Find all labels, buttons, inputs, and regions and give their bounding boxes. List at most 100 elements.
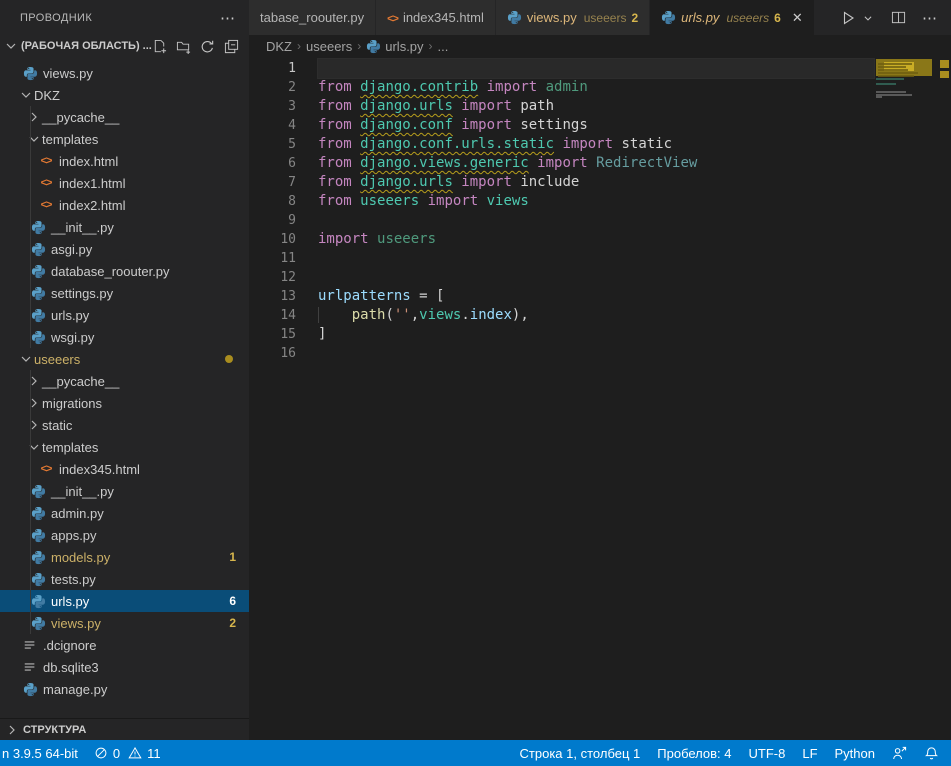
explorer-more-icon[interactable]: ⋯	[220, 9, 235, 27]
python-file-icon	[30, 242, 46, 257]
tree-item-index1.html[interactable]: <>index1.html	[0, 172, 249, 194]
chevron-right-icon	[26, 395, 42, 411]
run-dropdown-icon[interactable]	[861, 11, 875, 25]
python-file-icon	[30, 308, 46, 323]
line-content: from useeers import views	[296, 192, 529, 211]
new-file-icon[interactable]	[152, 39, 167, 54]
tree-item-label: apps.py	[51, 528, 97, 543]
tree-item-.dcignore[interactable]: .dcignore	[0, 634, 249, 656]
explorer-title: ПРОВОДНИК	[20, 12, 220, 24]
tree-item-admin.py[interactable]: admin.py	[0, 502, 249, 524]
chevron-down-icon	[18, 87, 34, 103]
tree-item-views.py[interactable]: views.py2	[0, 612, 249, 634]
tree-item-DKZ[interactable]: DKZ	[0, 84, 249, 106]
tree-item-wsgi.py[interactable]: wsgi.py	[0, 326, 249, 348]
tree-item-__pycache__[interactable]: __pycache__	[0, 370, 249, 392]
tab-urls.py[interactable]: urls.pyuseeers6✕	[650, 0, 815, 35]
close-icon[interactable]: ✕	[792, 10, 803, 26]
tree-item-index2.html[interactable]: <>index2.html	[0, 194, 249, 216]
tree-item-db.sqlite3[interactable]: db.sqlite3	[0, 656, 249, 678]
tree-item-__init__.py[interactable]: __init__.py	[0, 480, 249, 502]
breadcrumb-label: urls.py	[385, 39, 423, 54]
indent-guide	[30, 612, 31, 634]
tree-item-urls.py[interactable]: urls.py	[0, 304, 249, 326]
python-file-icon	[661, 10, 676, 25]
problems-status[interactable]: 0 11	[94, 746, 161, 761]
tree-item-label: database_roouter.py	[51, 264, 170, 279]
indent-guide	[30, 414, 31, 436]
tab-label: urls.py	[681, 10, 719, 25]
new-folder-icon[interactable]	[176, 39, 191, 54]
workspace-section-label: (РАБОЧАЯ ОБЛАСТЬ) ...	[21, 40, 152, 52]
breadcrumb-item-urls.py[interactable]: urls.py	[366, 39, 423, 54]
collapse-all-icon[interactable]	[224, 39, 239, 54]
line-content: from django.conf.urls.static import stat…	[296, 135, 672, 154]
encoding-status[interactable]: UTF-8	[749, 746, 786, 761]
tree-item-asgi.py[interactable]: asgi.py	[0, 238, 249, 260]
python-file-icon	[30, 330, 46, 345]
tree-item-label: db.sqlite3	[43, 660, 99, 675]
breadcrumb-item-DKZ[interactable]: DKZ	[266, 39, 292, 54]
tree-item-apps.py[interactable]: apps.py	[0, 524, 249, 546]
minimap[interactable]	[876, 57, 938, 740]
chevron-down-icon	[26, 131, 42, 147]
run-button[interactable]	[838, 8, 858, 28]
python-version-status[interactable]: n 3.9.5 64-bit	[2, 746, 78, 761]
language-status[interactable]: Python	[835, 746, 875, 761]
code-line-6: 6from django.views.generic import Redire…	[249, 154, 951, 173]
tree-item-index345.html[interactable]: <>index345.html	[0, 458, 249, 480]
outline-section-header[interactable]: СТРУКТУРА	[0, 718, 249, 740]
code-line-1: 1	[249, 59, 951, 78]
editor-scrollbar[interactable]	[938, 57, 951, 740]
tree-item-migrations[interactable]: migrations	[0, 392, 249, 414]
tree-item-templates[interactable]: templates	[0, 128, 249, 150]
line-number: 3	[249, 97, 296, 116]
problems-count-badge: 1	[229, 550, 236, 564]
tree-item-models.py[interactable]: models.py1	[0, 546, 249, 568]
line-number: 14	[249, 306, 296, 325]
tree-item-manage.py[interactable]: manage.py	[0, 678, 249, 700]
minimap-line	[878, 72, 918, 74]
tree-item-views.py[interactable]: views.py	[0, 62, 249, 84]
breadcrumb-item-...[interactable]: ...	[438, 39, 449, 54]
python-file-icon	[30, 220, 46, 235]
problems-count-badge: 2	[229, 616, 236, 630]
tab-tabase_roouter.py[interactable]: tabase_roouter.py	[249, 0, 376, 35]
bell-icon[interactable]	[924, 746, 939, 761]
refresh-icon[interactable]	[200, 39, 215, 54]
chevron-right-icon	[26, 109, 42, 125]
cursor-position-status[interactable]: Строка 1, столбец 1	[520, 746, 641, 761]
line-number: 11	[249, 249, 296, 268]
tree-item-__init__.py[interactable]: __init__.py	[0, 216, 249, 238]
tree-item-static[interactable]: static	[0, 414, 249, 436]
editor-more-icon[interactable]: ⋯	[920, 7, 939, 29]
tab-index345.html[interactable]: <>index345.html	[376, 0, 496, 35]
tree-item-tests.py[interactable]: tests.py	[0, 568, 249, 590]
feedback-icon[interactable]	[892, 746, 907, 761]
tree-item-urls.py[interactable]: urls.py6	[0, 590, 249, 612]
breadcrumb-label: ...	[438, 39, 449, 54]
tab-views.py[interactable]: views.pyuseeers2	[496, 0, 650, 35]
html-file-icon: <>	[38, 463, 54, 475]
status-bar: n 3.9.5 64-bit 0 11 Строка 1, столбец 1 …	[0, 740, 951, 766]
eol-status[interactable]: LF	[802, 746, 817, 761]
tree-item-label: migrations	[42, 396, 102, 411]
code-editor[interactable]: 12from django.contrib import admin3from …	[249, 57, 951, 740]
indent-guide	[30, 480, 31, 502]
chevron-right-icon	[4, 722, 20, 738]
error-icon	[94, 746, 108, 760]
line-number: 13	[249, 287, 296, 306]
indent-guide	[30, 590, 31, 612]
tree-item-label: tests.py	[51, 572, 96, 587]
tree-item-index.html[interactable]: <>index.html	[0, 150, 249, 172]
split-editor-icon[interactable]	[889, 8, 908, 27]
workspace-section-header[interactable]: (РАБОЧАЯ ОБЛАСТЬ) ...	[0, 35, 249, 57]
python-file-icon	[30, 616, 46, 631]
tree-item-database_roouter.py[interactable]: database_roouter.py	[0, 260, 249, 282]
tree-item-templates[interactable]: templates	[0, 436, 249, 458]
breadcrumb-item-useeers[interactable]: useeers	[306, 39, 352, 54]
indentation-status[interactable]: Пробелов: 4	[657, 746, 731, 761]
tree-item-useeers[interactable]: useeers	[0, 348, 249, 370]
tree-item-settings.py[interactable]: settings.py	[0, 282, 249, 304]
tree-item-__pycache__[interactable]: __pycache__	[0, 106, 249, 128]
